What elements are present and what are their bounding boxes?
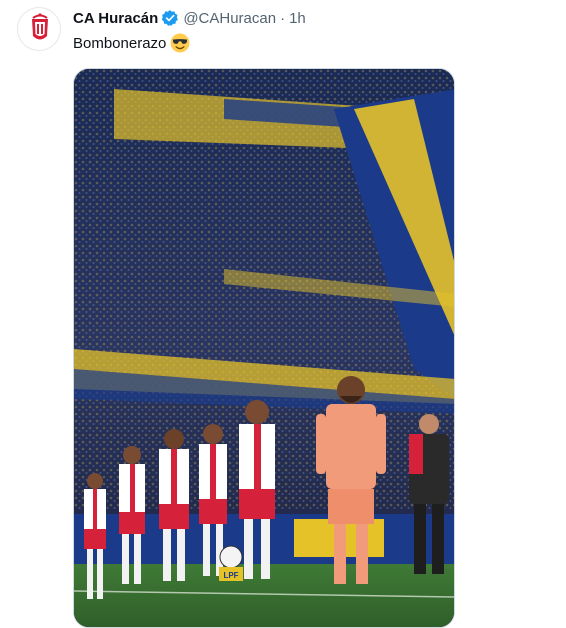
handle[interactable]: @CAHuracan [183, 10, 276, 27]
timestamp[interactable]: 1h [289, 10, 306, 27]
verified-badge-icon [162, 10, 179, 26]
tweet-header: CA Huracán @CAHuracan · 1h [73, 8, 306, 28]
ca-huracan-crest-icon [18, 8, 60, 50]
tweet-card[interactable]: CA Huracán @CAHuracan · 1h Bombonerazo L… [0, 0, 566, 628]
tweet-text: Bombonerazo [73, 33, 190, 53]
tweet-text-content: Bombonerazo [73, 34, 167, 52]
separator: · [280, 9, 286, 27]
ball-stand-sign: LPF [223, 571, 238, 580]
tweet-photo[interactable]: LPF [73, 68, 455, 628]
display-name[interactable]: CA Huracán [73, 10, 158, 27]
smiling-face-with-sunglasses-icon [170, 33, 190, 53]
match-ball: LPF [219, 545, 243, 581]
avatar[interactable] [17, 7, 61, 51]
stadium-photo: LPF [74, 69, 454, 627]
